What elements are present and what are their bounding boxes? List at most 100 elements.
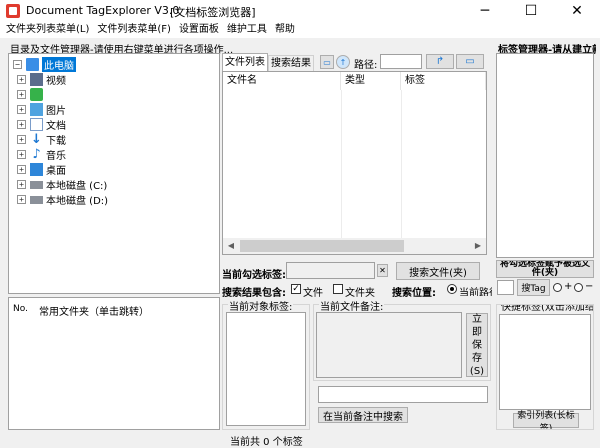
quick-tags-list[interactable] <box>499 314 591 410</box>
tree-item-label: 音乐 <box>46 151 66 162</box>
tree-item-label: 桌面 <box>46 166 66 177</box>
current-tags-title: 当前对象标签: <box>228 298 294 313</box>
expand-icon[interactable]: + <box>17 75 26 84</box>
search-files-button[interactable]: 搜索文件(夹) <box>396 262 480 280</box>
tree-item-videos[interactable]: + 视频 <box>17 72 66 87</box>
search-tag-button[interactable]: 搜Tag <box>517 279 550 296</box>
documents-folder-icon <box>30 118 43 131</box>
assign-tags-button[interactable]: 将勾选标签赋予被选文件(夹) <box>496 260 594 278</box>
quick-tags-title: 快捷标签(双击添加给 <box>500 305 593 313</box>
path-input[interactable] <box>380 54 422 69</box>
tree-item-label: 图片 <box>46 106 66 117</box>
drive-icon <box>30 195 43 204</box>
open-folder-button[interactable]: ▭ <box>456 54 484 69</box>
tag-tree[interactable] <box>496 53 594 258</box>
tree-item-label: 视频 <box>46 76 66 87</box>
tree-item-desktop[interactable]: + 桌面 <box>17 162 66 177</box>
plus-radio[interactable] <box>553 283 562 292</box>
selected-tags-label: 当前勾选标签: <box>222 270 286 281</box>
folder-tree[interactable]: − 此电脑 + 视频 + + 图片 + 文档 + ↓ 下载 + ♪ 音乐 + 桌… <box>8 53 220 294</box>
clear-tags-button[interactable]: ✕ <box>377 264 388 277</box>
expand-icon[interactable]: + <box>17 195 26 204</box>
search-in-note-button[interactable]: 在当前备注中搜索 <box>318 407 408 423</box>
expand-icon[interactable]: + <box>17 150 26 159</box>
menu-help[interactable]: 帮助 <box>271 22 299 38</box>
note-textarea[interactable] <box>316 312 462 378</box>
menu-folder-list[interactable]: 文件夹列表菜单(L) <box>2 22 93 38</box>
horizontal-scrollbar[interactable]: ◀ ▶ <box>223 238 486 254</box>
close-button[interactable]: ✕ <box>554 0 600 22</box>
collapse-icon[interactable]: − <box>13 60 22 69</box>
tab-file-list[interactable]: 文件列表 <box>222 53 268 71</box>
maximize-button[interactable]: ☐ <box>508 0 554 22</box>
selected-tags-input[interactable] <box>286 262 375 279</box>
status-bar: 当前共 0 个标签 <box>0 431 600 448</box>
window-subtitle: [文档标签浏览器] <box>170 6 256 19</box>
file-list[interactable]: 文件名 类型 标签 ◀ ▶ <box>222 71 487 255</box>
search-location-label: 搜索位置: <box>392 288 436 299</box>
expand-icon[interactable]: + <box>17 90 26 99</box>
video-folder-icon <box>30 73 43 86</box>
location-current-label-clip: 当前路径 <box>459 284 492 296</box>
expand-icon[interactable]: + <box>17 165 26 174</box>
computer-nav-button[interactable]: ▭ <box>320 55 334 69</box>
tree-item-drive-d[interactable]: + 本地磁盘 (D:) <box>17 192 108 207</box>
tab-search-results[interactable]: 搜索结果 <box>268 55 314 71</box>
tree-item-label: 文档 <box>46 121 66 132</box>
status-text: 当前共 0 个标签 <box>230 437 303 448</box>
expand-icon[interactable]: + <box>17 120 26 129</box>
include-file-label: 文件 <box>303 288 323 299</box>
location-current-label: 当前路径 <box>459 288 492 296</box>
up-button[interactable]: ↑ <box>336 55 350 69</box>
expand-icon[interactable]: + <box>17 105 26 114</box>
column-filename[interactable]: 文件名 <box>223 72 341 90</box>
tree-item-label: 本地磁盘 (C:) <box>46 181 108 192</box>
column-type[interactable]: 类型 <box>341 72 401 90</box>
desktop-icon <box>30 163 43 176</box>
tab-label: 搜索结果 <box>271 58 311 69</box>
tab-label: 文件列表 <box>225 57 265 68</box>
menu-bar: 文件夹列表菜单(L) 文件列表菜单(F) 设置面板 维护工具 帮助 <box>0 22 600 38</box>
scroll-left-icon[interactable]: ◀ <box>223 238 239 254</box>
minus-label: − <box>585 281 594 292</box>
app-icon <box>6 4 20 18</box>
go-button[interactable]: ↱ <box>426 54 454 69</box>
note-search-input[interactable] <box>318 386 488 403</box>
minimize-button[interactable]: ─ <box>462 0 508 22</box>
include-folder-checkbox[interactable] <box>333 284 343 294</box>
scroll-right-icon[interactable]: ▶ <box>470 238 486 254</box>
expand-icon[interactable]: + <box>17 180 26 189</box>
save-button[interactable]: 立即保存(S) <box>466 313 488 377</box>
drive-icon <box>30 180 43 189</box>
favorites-col-name: 常用文件夹（单击跳转） <box>39 307 149 318</box>
favorites-list[interactable]: No. 常用文件夹（单击跳转） <box>8 297 220 430</box>
green-app-icon <box>30 88 43 101</box>
plus-label: + <box>564 281 573 292</box>
tree-item-pictures[interactable]: + 图片 <box>17 102 66 117</box>
tree-item-music[interactable]: + ♪ 音乐 <box>17 147 66 162</box>
tag-search-input[interactable] <box>497 280 514 295</box>
column-tags[interactable]: 标签 <box>401 72 486 90</box>
menu-settings[interactable]: 设置面板 <box>175 22 223 38</box>
include-file-checkbox[interactable]: ✓ <box>291 284 301 294</box>
location-current-radio[interactable] <box>447 284 457 294</box>
music-icon: ♪ <box>32 147 41 162</box>
current-tags-list[interactable] <box>226 312 306 426</box>
index-list-button[interactable]: 索引列表(长标签) <box>513 411 579 429</box>
tree-item-this-pc[interactable]: − 此电脑 <box>13 57 76 72</box>
search-includes-label: 搜索结果包含: <box>222 288 286 299</box>
menu-maintenance[interactable]: 维护工具 <box>223 22 271 38</box>
menu-file-list[interactable]: 文件列表菜单(F) <box>93 22 175 38</box>
tree-item-label: 本地磁盘 (D:) <box>46 196 109 207</box>
tree-item-downloads[interactable]: + ↓ 下载 <box>17 132 66 147</box>
scrollbar-thumb[interactable] <box>240 240 404 252</box>
expand-icon[interactable]: + <box>17 135 26 144</box>
tree-item-drive-c[interactable]: + 本地磁盘 (C:) <box>17 177 107 192</box>
current-note-title: 当前文件备注: <box>319 298 385 313</box>
tree-item-documents[interactable]: + 文档 <box>17 117 66 132</box>
minus-radio[interactable] <box>574 283 583 292</box>
assign-tags-label: 将勾选标签赋予被选文件(夹) <box>499 260 590 278</box>
save-button-label: 立即保存(S) <box>469 313 485 377</box>
tree-item-app[interactable]: + <box>17 87 46 102</box>
download-icon: ↓ <box>31 132 42 147</box>
